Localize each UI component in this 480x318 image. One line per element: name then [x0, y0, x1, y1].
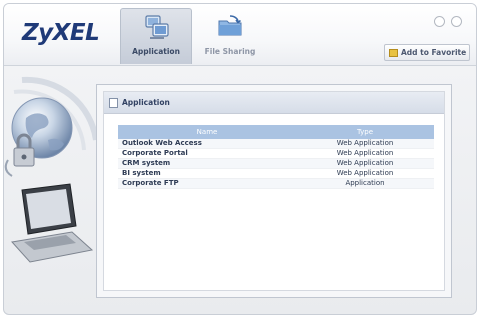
- tab-application-label: Application: [132, 47, 180, 56]
- app-type: Application: [296, 178, 434, 189]
- panel-title: Application: [122, 98, 170, 107]
- document-icon: [109, 98, 118, 108]
- tab-file-sharing[interactable]: File Sharing: [194, 8, 266, 64]
- star-folder-icon: [389, 49, 398, 57]
- app-window: ZyXEL Application File Sharing Add to Fa…: [3, 3, 477, 315]
- table-row[interactable]: Corporate FTP Application: [118, 178, 434, 189]
- app-name[interactable]: Corporate Portal: [118, 148, 296, 159]
- table-row[interactable]: Outlook Web Access Web Application: [118, 139, 434, 149]
- app-type: Web Application: [296, 148, 434, 159]
- application-panel: Application Name Type Outlook Web Access…: [103, 91, 445, 291]
- app-type: Web Application: [296, 139, 434, 149]
- table-row[interactable]: BI system Web Application: [118, 168, 434, 179]
- content-panel: Application Name Type Outlook Web Access…: [96, 84, 452, 298]
- column-header-name[interactable]: Name: [118, 125, 296, 139]
- zyxel-logo: ZyXEL: [22, 20, 100, 46]
- table-row[interactable]: CRM system Web Application: [118, 158, 434, 169]
- window-controls: [433, 12, 462, 31]
- table-header-row: Name Type: [118, 125, 434, 139]
- panel-header: Application: [104, 92, 444, 114]
- app-type: Web Application: [296, 158, 434, 169]
- application-icon: [145, 15, 169, 39]
- tab-file-sharing-label: File Sharing: [204, 47, 256, 56]
- app-name[interactable]: BI system: [118, 168, 296, 179]
- column-header-type[interactable]: Type: [296, 125, 434, 139]
- tab-application[interactable]: Application: [120, 8, 192, 64]
- header-bar: ZyXEL Application File Sharing Add to Fa…: [4, 4, 476, 66]
- app-name[interactable]: CRM system: [118, 158, 296, 169]
- app-type: Web Application: [296, 168, 434, 179]
- add-to-favorite-label: Add to Favorite: [401, 48, 467, 57]
- network-illustration: [4, 76, 99, 263]
- table-row[interactable]: Corporate Portal Web Application: [118, 148, 434, 159]
- add-to-favorite-button[interactable]: Add to Favorite: [384, 44, 470, 61]
- minimize-icon[interactable]: [433, 16, 445, 27]
- application-table: Name Type Outlook Web Access Web Applica…: [118, 125, 434, 189]
- app-name[interactable]: Outlook Web Access: [118, 139, 296, 149]
- app-name[interactable]: Corporate FTP: [118, 178, 296, 189]
- file-sharing-icon: [218, 15, 242, 36]
- close-icon[interactable]: [451, 16, 462, 27]
